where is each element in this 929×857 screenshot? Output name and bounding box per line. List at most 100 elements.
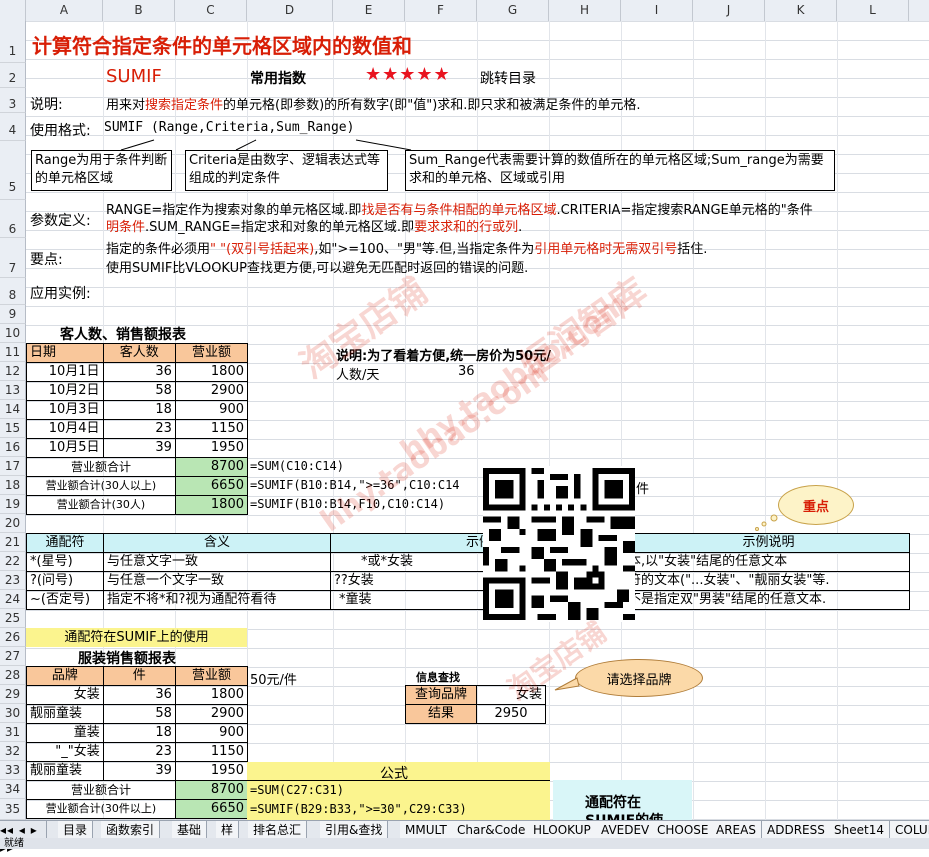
row-header-9[interactable]: 9 <box>0 305 26 324</box>
table2-cell[interactable]: "_"女装 <box>26 742 104 762</box>
column-header-d[interactable]: D <box>247 0 333 21</box>
tab-basic[interactable]: 基础 <box>172 821 208 839</box>
table1-cell[interactable]: 10月5日 <box>26 438 104 458</box>
table1-cell[interactable]: 10月3日 <box>26 400 104 420</box>
row-header-25[interactable]: 25 <box>0 609 26 628</box>
table1-cell[interactable]: 18 <box>102 400 176 420</box>
row-header-26[interactable]: 26 <box>0 628 26 647</box>
tab-reference-lookup[interactable]: 引用&查找 <box>320 821 389 839</box>
table1-header-date[interactable]: 日期 <box>26 343 104 363</box>
table2-cell[interactable]: 靓丽童装 <box>26 704 104 724</box>
table2-cell[interactable]: 18 <box>102 723 176 743</box>
table2-header-count[interactable]: 件 <box>102 666 176 686</box>
table2-cell[interactable]: 1800 <box>174 685 249 705</box>
tab-hlookup[interactable]: HLOOKUP <box>528 821 597 839</box>
table1-sum-value[interactable]: 6650 <box>174 476 249 496</box>
table2-cell[interactable]: 36 <box>102 685 176 705</box>
column-header-a[interactable]: A <box>26 0 103 21</box>
row-header-32[interactable]: 32 <box>0 742 26 761</box>
wildcard-cell[interactable]: *(星号) <box>26 552 104 572</box>
table1-cell[interactable]: 36 <box>102 362 176 382</box>
table2-sum-label[interactable]: 营业额合计(30件以上) <box>26 799 176 819</box>
column-header-h[interactable]: H <box>549 0 621 21</box>
tab-index[interactable]: 目录 <box>58 821 94 839</box>
column-header-k[interactable]: K <box>765 0 837 21</box>
row-header-30[interactable]: 30 <box>0 704 26 723</box>
table2-sum-label[interactable]: 营业额合计 <box>26 780 176 800</box>
wildcard-header[interactable]: 通配符 <box>26 533 104 553</box>
table1-cell[interactable]: 23 <box>102 419 176 439</box>
table1-cell[interactable]: 2900 <box>174 381 249 401</box>
table1-cell[interactable]: 900 <box>174 400 249 420</box>
table2-cell[interactable]: 女装 <box>26 685 104 705</box>
table1-cell[interactable]: 1950 <box>174 438 249 458</box>
row-header-18[interactable]: 18 <box>0 476 26 495</box>
table2-sum-value[interactable]: 6650 <box>174 799 249 819</box>
table1-cell[interactable]: 10月2日 <box>26 381 104 401</box>
select-all-corner[interactable] <box>0 0 26 21</box>
row-header-22[interactable]: 22 <box>0 552 26 571</box>
table1-header-guests[interactable]: 客人数 <box>102 343 176 363</box>
table2-cell[interactable]: 58 <box>102 704 176 724</box>
column-header-e[interactable]: E <box>333 0 405 21</box>
row-header-14[interactable]: 14 <box>0 400 26 419</box>
row-header-4[interactable]: 4 <box>0 113 26 141</box>
wildcard-cell[interactable]: 指定不将*和?视为通配符看待 <box>103 590 331 610</box>
note-people-value[interactable]: 36 <box>458 364 475 379</box>
tab-areas[interactable]: AREAS <box>711 821 762 839</box>
column-header-f[interactable]: F <box>405 0 477 21</box>
row-header-16[interactable]: 16 <box>0 438 26 457</box>
row-header-29[interactable]: 29 <box>0 685 26 704</box>
tab-char-code[interactable]: Char&Code <box>452 821 532 839</box>
table1-cell[interactable]: 10月1日 <box>26 362 104 382</box>
row-header-6[interactable]: 6 <box>0 200 26 238</box>
row-header-27[interactable]: 27 <box>0 647 26 666</box>
row-header-7[interactable]: 7 <box>0 238 26 278</box>
wildcard-cell[interactable]: 与任意一个文字一致 <box>103 571 331 591</box>
tab-function-index[interactable]: 函数索引 <box>101 821 161 839</box>
wildcard-header[interactable]: 含义 <box>103 533 331 553</box>
table1-cell[interactable]: 1800 <box>174 362 249 382</box>
row-header-21[interactable]: 21 <box>0 533 26 552</box>
wildcard-use-banner[interactable]: 通配符在SUMIF上的使用 <box>26 628 247 647</box>
table2-header-revenue[interactable]: 营业额 <box>174 666 249 686</box>
table2-cell[interactable]: 23 <box>102 742 176 762</box>
row-header-24[interactable]: 24 <box>0 590 26 609</box>
table1-header-revenue[interactable]: 营业额 <box>174 343 249 363</box>
column-header-g[interactable]: G <box>477 0 549 21</box>
lookup-query-select[interactable]: 女装 <box>476 685 546 705</box>
tab-mmult[interactable]: MMULT <box>400 821 453 839</box>
table1-sum-label[interactable]: 营业额合计 <box>26 457 176 477</box>
jump-to-index-link[interactable]: 跳转目录 <box>480 68 536 88</box>
table2-sum-value[interactable]: 8700 <box>174 780 249 800</box>
tab-address[interactable]: ADDRESS <box>762 821 831 839</box>
row-header-12[interactable]: 12 <box>0 362 26 381</box>
row-header-20[interactable]: 20 <box>0 514 26 533</box>
row-header-15[interactable]: 15 <box>0 419 26 438</box>
formula-sumif-2[interactable]: =SUMIF(B29:B33,">=30",C29:C33) <box>250 802 467 816</box>
wildcard-cell[interactable]: ?(问号) <box>26 571 104 591</box>
table2-header-brand[interactable]: 品牌 <box>26 666 104 686</box>
row-header-10[interactable]: 10 <box>0 324 26 343</box>
tab-scroll-buttons-icon[interactable]: ◂◂ ◂ ▸ ▸▸ <box>0 821 47 855</box>
table2-cell[interactable]: 1150 <box>174 742 249 762</box>
row-header-5[interactable]: 5 <box>0 141 26 200</box>
row-header-34[interactable]: 34 <box>0 780 26 799</box>
table2-cell[interactable]: 童装 <box>26 723 104 743</box>
row-header-35[interactable]: 35 <box>0 799 26 820</box>
table2-cell[interactable]: 900 <box>174 723 249 743</box>
table1-cell[interactable]: 10月4日 <box>26 419 104 439</box>
row-header-17[interactable]: 17 <box>0 457 26 476</box>
tab-avedev[interactable]: AVEDEV <box>596 821 656 839</box>
wildcard-cell[interactable]: 本,以"女装"结尾的任意文本 <box>627 552 910 572</box>
column-header-l[interactable]: L <box>837 0 909 21</box>
row-header-13[interactable]: 13 <box>0 381 26 400</box>
table2-cell[interactable]: 1950 <box>174 761 249 781</box>
table1-sum-label[interactable]: 营业额合计(30人以上) <box>26 476 176 496</box>
table1-cell[interactable]: 1150 <box>174 419 249 439</box>
wildcard-cell[interactable]: ~(否定号) <box>26 590 104 610</box>
row-header-19[interactable]: 19 <box>0 495 26 514</box>
row-header-1[interactable]: 1 <box>0 21 26 63</box>
row-header-23[interactable]: 23 <box>0 571 26 590</box>
row-header-11[interactable]: 11 <box>0 343 26 362</box>
